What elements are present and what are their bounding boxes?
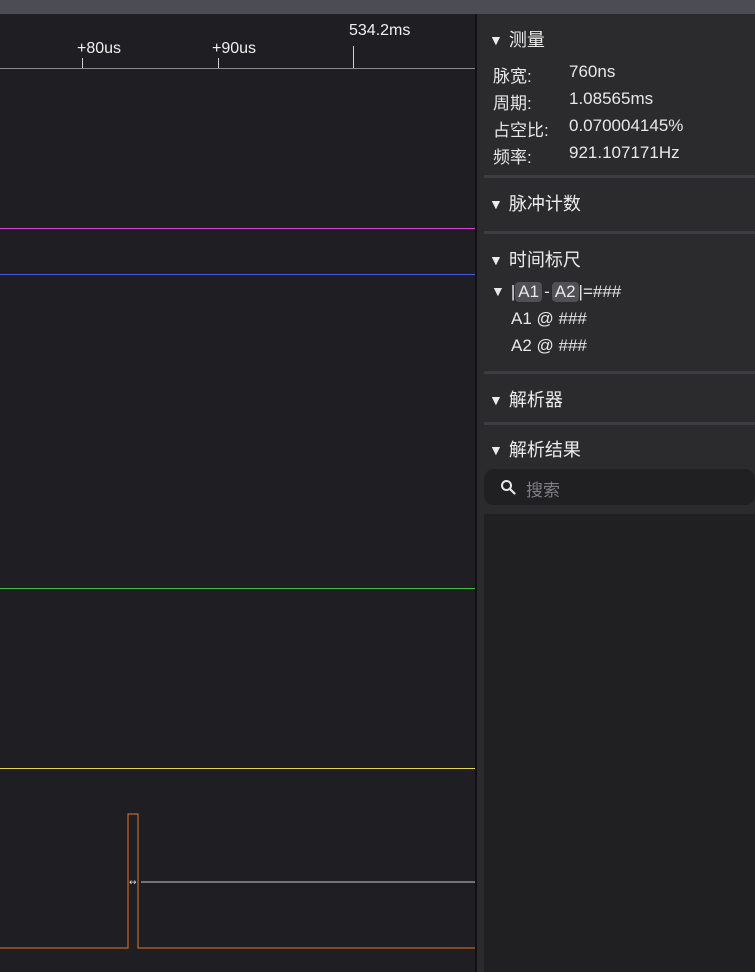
section-parser-title: 解析器 bbox=[508, 390, 563, 410]
results-list[interactable] bbox=[484, 514, 755, 972]
measure-value: 760ns bbox=[569, 62, 616, 81]
results-search-input[interactable]: 搜索 bbox=[484, 469, 755, 505]
section-divider bbox=[484, 422, 755, 425]
measure-value: 1.08565ms bbox=[569, 89, 654, 108]
section-divider bbox=[484, 371, 755, 374]
collapse-triangle-icon: ▼ bbox=[489, 32, 503, 48]
section-divider bbox=[484, 175, 755, 178]
search-icon bbox=[501, 480, 516, 495]
measure-label: 周期: bbox=[493, 94, 532, 113]
section-results-title: 解析结果 bbox=[508, 440, 581, 460]
ruler-a2-row: A2 @ ### bbox=[511, 336, 587, 355]
measure-label: 脉宽: bbox=[493, 67, 532, 86]
ruler-delta-row[interactable]: ▼ | A1- A2 |=### bbox=[491, 282, 621, 302]
section-pulse-count-title: 脉冲计数 bbox=[508, 194, 581, 214]
waveform-area[interactable]: +80us +90us 534.2ms ↔ bbox=[0, 14, 475, 972]
collapse-triangle-icon: ▼ bbox=[491, 283, 505, 299]
ruler-a1-row: A1 @ ### bbox=[511, 309, 587, 328]
section-time-ruler-header[interactable]: ▼ 时间标尺 bbox=[489, 246, 581, 272]
section-divider bbox=[484, 231, 755, 234]
measure-row-period: 周期: 1.08565ms bbox=[493, 89, 653, 114]
side-panel: ▼ 测量 脉宽: 760ns 周期: 1.08565ms 占空比: 0.07000… bbox=[477, 14, 755, 972]
collapse-triangle-icon: ▼ bbox=[489, 252, 503, 268]
measure-row-frequency: 频率: 921.107171Hz bbox=[493, 143, 680, 168]
search-placeholder: 搜索 bbox=[526, 481, 560, 500]
ruler-a2-chip[interactable]: A2 bbox=[551, 282, 579, 302]
collapse-triangle-icon: ▼ bbox=[489, 442, 503, 458]
ruler-minus: - bbox=[544, 282, 550, 301]
section-results-header[interactable]: ▼ 解析结果 bbox=[489, 436, 581, 462]
channel-5-pulse-trace[interactable]: ↔ bbox=[0, 14, 475, 972]
measure-label: 占空比: bbox=[493, 121, 549, 140]
section-pulse-count-header[interactable]: ▼ 脉冲计数 bbox=[489, 190, 581, 216]
section-measure-header[interactable]: ▼ 测量 bbox=[489, 26, 545, 52]
measure-row-pulse-width: 脉宽: 760ns bbox=[493, 62, 615, 87]
ruler-delta-value: |=### bbox=[578, 282, 622, 301]
section-measure-title: 测量 bbox=[508, 30, 545, 50]
section-parser-header[interactable]: ▼ 解析器 bbox=[489, 386, 563, 412]
measure-value: 921.107171Hz bbox=[569, 143, 680, 162]
measure-label: 频率: bbox=[493, 148, 532, 167]
measure-row-duty-cycle: 占空比: 0.070004145% bbox=[493, 116, 683, 141]
section-time-ruler-title: 时间标尺 bbox=[508, 250, 581, 270]
measure-value: 0.070004145% bbox=[569, 116, 684, 135]
ruler-a1-chip[interactable]: A1 bbox=[515, 282, 543, 302]
collapse-triangle-icon: ▼ bbox=[489, 392, 503, 408]
window-top-bar bbox=[0, 0, 755, 14]
collapse-triangle-icon: ▼ bbox=[489, 196, 503, 212]
svg-text:↔: ↔ bbox=[129, 878, 137, 888]
